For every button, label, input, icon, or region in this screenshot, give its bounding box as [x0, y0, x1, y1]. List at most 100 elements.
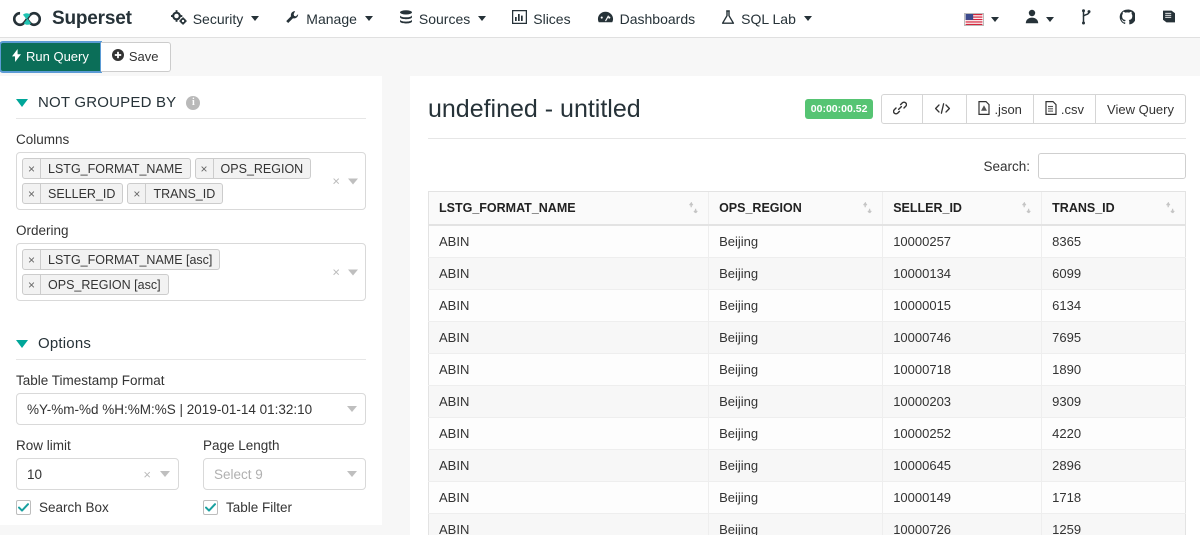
table-cell: ABIN [427, 385, 709, 418]
column-header-lstg-format-name[interactable]: LSTG_FORMAT_NAME [427, 191, 709, 226]
columns-tag[interactable]: × SELLER_ID [22, 183, 124, 204]
infinity-loop-logo-icon [10, 9, 44, 29]
nav-item-dashboards[interactable]: Dashboards [584, 4, 709, 33]
user-menu[interactable] [1012, 4, 1067, 34]
language-picker[interactable] [951, 8, 1012, 31]
view-query-button[interactable]: View Query [1096, 94, 1186, 124]
table-row[interactable]: ABIN Beijing 10000252 4220 [427, 417, 1186, 450]
table-filter-checkbox[interactable] [203, 500, 218, 515]
column-header-ops-region[interactable]: OPS_REGION [708, 191, 883, 226]
search-input[interactable] [1038, 153, 1186, 179]
share-link-button[interactable] [881, 94, 924, 124]
version-branch[interactable] [1067, 4, 1106, 35]
section-not-grouped-by[interactable]: NOT GROUPED BY i [16, 76, 366, 119]
ordering-tag[interactable]: × LSTG_FORMAT_NAME [asc] [22, 249, 221, 270]
nav-item-sources[interactable]: Sources [386, 4, 499, 34]
git-branch-icon [1080, 8, 1093, 30]
book-icon [1161, 9, 1177, 29]
column-header-seller-id[interactable]: SELLER_ID [882, 191, 1042, 226]
table-row[interactable]: ABIN Beijing 10000726 1259 [427, 513, 1186, 535]
table-row[interactable]: ABIN Beijing 10000645 2896 [427, 449, 1186, 482]
chart-header: undefined - untitled 00:00:00.52 .json .… [428, 94, 1186, 139]
table-row[interactable]: ABIN Beijing 10000257 8365 [427, 225, 1186, 258]
section-options[interactable]: Options [16, 317, 366, 360]
triangle-down-icon[interactable] [16, 98, 28, 107]
ordering-select[interactable]: × LSTG_FORMAT_NAME [asc] × OPS_REGION [a… [16, 243, 366, 301]
columns-tag[interactable]: × LSTG_FORMAT_NAME [22, 158, 191, 179]
github-link[interactable] [1106, 4, 1148, 35]
table-cell: 10000203 [882, 385, 1042, 418]
table-row[interactable]: ABIN Beijing 10000203 9309 [427, 385, 1186, 418]
table-cell: Beijing [708, 353, 883, 386]
remove-tag-icon[interactable]: × [23, 184, 42, 203]
export-json-button[interactable]: .json [967, 94, 1034, 124]
chevron-down-icon[interactable] [348, 269, 358, 275]
brand-title: Superset [52, 7, 132, 29]
chart-panel: undefined - untitled 00:00:00.52 .json .… [410, 76, 1200, 535]
column-header-trans-id[interactable]: TRANS_ID [1041, 191, 1186, 226]
navbar-menu: Security Manage Sources Slices Dashboard… [158, 4, 825, 34]
timestamp-format-select[interactable]: %Y-%m-%d %H:%M:%S | 2019-01-14 01:32:10 [16, 393, 366, 425]
remove-tag-icon[interactable]: × [196, 159, 214, 178]
timestamp-format-value: %Y-%m-%d %H:%M:%S | 2019-01-14 01:32:10 [27, 401, 313, 417]
table-row[interactable]: ABIN Beijing 10000134 6099 [427, 257, 1186, 290]
nav-item-label: Dashboards [619, 10, 696, 27]
columns-field: Columns × LSTG_FORMAT_NAME × OPS_REGION … [0, 132, 382, 210]
section-title: NOT GROUPED BY [38, 94, 177, 111]
documentation-link[interactable] [1148, 4, 1190, 34]
timestamp-format-label: Table Timestamp Format [16, 373, 165, 388]
remove-tag-icon[interactable]: × [23, 275, 42, 294]
nav-item-label: Manage [306, 10, 357, 27]
columns-tag[interactable]: × OPS_REGION [194, 158, 312, 179]
select-controls: × [143, 468, 170, 481]
columns-select[interactable]: × LSTG_FORMAT_NAME × OPS_REGION × SELLER… [16, 152, 366, 210]
query-duration-badge: 00:00:00.52 [804, 99, 874, 119]
table-cell: ABIN [427, 257, 709, 290]
brand-home-link[interactable]: Superset [10, 8, 132, 30]
save-button[interactable]: Save [100, 41, 171, 73]
table-cell: 1890 [1041, 353, 1186, 386]
remove-tag-icon[interactable]: × [23, 159, 42, 178]
section-title: Options [38, 335, 92, 352]
remove-tag-icon[interactable]: × [128, 184, 147, 203]
nav-item-slices[interactable]: Slices [499, 4, 583, 33]
nav-item-label: SQL Lab [741, 10, 796, 27]
clear-all-icon[interactable]: × [332, 175, 340, 188]
export-csv-button[interactable]: .csv [1033, 94, 1097, 124]
table-header-row: LSTG_FORMAT_NAME OPS_REGION SELLER_ID TR… [427, 191, 1186, 226]
ordering-tag[interactable]: × OPS_REGION [asc] [22, 274, 169, 295]
chevron-down-icon[interactable] [347, 406, 357, 412]
chevron-down-icon[interactable] [160, 471, 170, 477]
chevron-down-icon[interactable] [348, 178, 358, 184]
table-cell: Beijing [708, 513, 883, 535]
chevron-down-icon[interactable] [347, 471, 357, 477]
dashboard-gauge-icon [597, 10, 614, 27]
search-box-checkbox[interactable] [16, 500, 31, 515]
table-row[interactable]: ABIN Beijing 10000149 1718 [427, 481, 1186, 514]
clear-all-icon[interactable]: × [332, 266, 340, 279]
page-length-select[interactable]: Select 9 [203, 458, 366, 490]
run-query-button[interactable]: Run Query [0, 40, 102, 74]
sort-icon [1166, 202, 1175, 214]
search-box-checkbox-row[interactable]: Search Box [16, 500, 179, 515]
nav-item-sql-lab[interactable]: SQL Lab [708, 4, 825, 34]
row-limit-value: 10 [27, 466, 43, 482]
table-row[interactable]: ABIN Beijing 10000015 6134 [427, 289, 1186, 322]
table-row[interactable]: ABIN Beijing 10000718 1890 [427, 353, 1186, 386]
row-limit-select[interactable]: 10 × [16, 458, 179, 490]
export-json-label: .json [994, 101, 1022, 117]
triangle-down-icon[interactable] [16, 339, 28, 348]
table-row[interactable]: ABIN Beijing 10000746 7695 [427, 321, 1186, 354]
remove-tag-icon[interactable]: × [23, 250, 42, 269]
table-cell: Beijing [708, 449, 883, 482]
us-flag-icon [964, 12, 984, 26]
table-cell: ABIN [427, 449, 709, 482]
control-panel: NOT GROUPED BY i Columns × LSTG_FORMAT_N… [0, 76, 382, 525]
table-filter-checkbox-row[interactable]: Table Filter [203, 500, 366, 515]
nav-item-manage[interactable]: Manage [272, 4, 386, 34]
info-circle-icon[interactable]: i [186, 95, 201, 110]
clear-icon[interactable]: × [143, 468, 151, 481]
nav-item-security[interactable]: Security [158, 4, 273, 34]
embed-code-button[interactable] [923, 94, 968, 124]
columns-tag[interactable]: × TRANS_ID [127, 183, 224, 204]
